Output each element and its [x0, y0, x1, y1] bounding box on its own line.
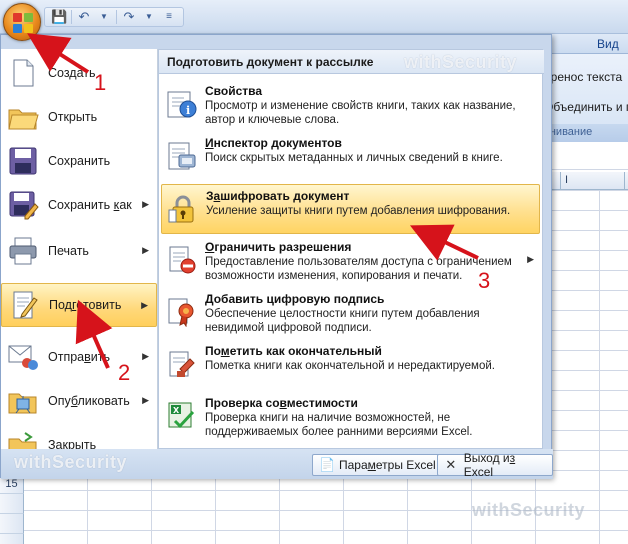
- menu-item-label: Сохранить как: [48, 198, 132, 212]
- alignment-group-label: внивание: [540, 124, 628, 142]
- redo-dropdown-icon[interactable]: ▼: [141, 9, 157, 25]
- submenu-item-encrypt[interactable]: Зашифровать документ Усиление защиты кни…: [161, 184, 540, 234]
- undo-icon[interactable]: ↶: [76, 9, 92, 25]
- inspect-document-icon: [167, 141, 197, 171]
- menu-item-new[interactable]: Создать: [1, 51, 157, 95]
- menu-item-label: Опубликовать: [48, 394, 130, 408]
- digital-signature-icon: [167, 297, 197, 328]
- submenu-item-title: Добавить цифровую подпись: [205, 292, 385, 306]
- submenu-arrow-icon: ▶: [142, 395, 149, 405]
- prepare-submenu: Подготовить документ к рассылке i Свойст…: [158, 49, 544, 449]
- menu-item-label: Отправить: [48, 350, 110, 364]
- submenu-item-title: Инспектор документов: [205, 136, 342, 150]
- merge-center-command[interactable]: Объединить и п: [544, 100, 628, 114]
- submenu-item-description: Просмотр и изменение свойств книги, таки…: [205, 100, 516, 126]
- menu-item-print[interactable]: Печать ▶: [1, 229, 157, 273]
- submenu-item-properties[interactable]: i Свойства Просмотр и изменение свойств …: [161, 80, 540, 130]
- formula-bar[interactable]: [540, 142, 628, 170]
- submenu-arrow-icon: ▶: [527, 254, 534, 264]
- row-header[interactable]: [0, 494, 24, 514]
- qat-separator: [116, 10, 117, 24]
- submenu-arrow-icon: ▶: [142, 245, 149, 255]
- row-header[interactable]: [0, 534, 24, 544]
- customize-qat-icon[interactable]: ≡: [161, 9, 177, 25]
- menu-item-label: Печать: [48, 244, 89, 258]
- office-logo-icon: [13, 13, 33, 33]
- watermark: withSecurity: [472, 500, 586, 520]
- submenu-arrow-icon: ▶: [141, 300, 148, 310]
- submenu-item-title: Свойства: [205, 84, 263, 98]
- menu-item-label: Подготовить: [49, 298, 122, 312]
- save-disk-icon: [7, 145, 39, 177]
- submenu-item-compatibility[interactable]: X Проверка совместимости Проверка книги …: [161, 392, 540, 442]
- compatibility-check-icon: X: [167, 401, 197, 431]
- qat-separator: [71, 10, 72, 24]
- publish-icon: [7, 385, 39, 417]
- title-bar: 💾 ↶ ▼ ↷ ▼ ≡: [0, 0, 628, 34]
- column-letter: I: [565, 174, 569, 186]
- wrap-text-command[interactable]: еренос текста: [544, 70, 622, 84]
- column-divider: [624, 172, 625, 190]
- submenu-item-description: Проверка книги на наличие возможностей, …: [205, 412, 473, 438]
- submenu-item-description: Пометка книги как окончательной и нереда…: [205, 360, 495, 372]
- exit-excel-label: Выход из Excel: [463, 451, 516, 479]
- tab-view[interactable]: Вид: [597, 37, 619, 51]
- column-divider: [560, 172, 561, 190]
- undo-dropdown-icon[interactable]: ▼: [96, 9, 112, 25]
- options-icon: 📄: [319, 457, 336, 472]
- submenu-item-title: Пометить как окончательный: [205, 344, 382, 358]
- submenu-item-title: Проверка совместимости: [205, 396, 358, 410]
- submenu-item-description: Поиск скрытых метаданных и личных сведен…: [205, 152, 503, 164]
- properties-icon: i: [167, 89, 197, 119]
- save-icon[interactable]: 💾: [51, 9, 67, 25]
- send-icon: [7, 341, 39, 373]
- new-document-icon: [7, 57, 39, 89]
- submenu-item-description: Предоставление пользователям доступа с о…: [205, 256, 512, 282]
- annotation-step-2: 2: [118, 360, 131, 385]
- annotation-step-1: 1: [94, 70, 107, 95]
- submenu-arrow-icon: ▶: [142, 199, 149, 209]
- column-header[interactable]: I: [540, 172, 628, 190]
- menu-item-publish[interactable]: Опубликовать ▶: [1, 379, 157, 423]
- menu-item-save-as[interactable]: Сохранить как ▶: [1, 183, 157, 227]
- prepare-document-icon: [8, 289, 40, 321]
- redo-icon[interactable]: ↷: [121, 9, 137, 25]
- printer-icon: [7, 235, 39, 267]
- watermark: withSecurity: [404, 52, 518, 72]
- submenu-item-title: Ограничить разрешения: [205, 240, 352, 254]
- menu-item-send[interactable]: Отправить ▶: [1, 335, 157, 379]
- submenu-arrow-icon: ▶: [142, 351, 149, 361]
- row-header[interactable]: [0, 514, 24, 534]
- office-menu-commands: Создать Открыть Сохранить Сохранить как …: [1, 49, 158, 458]
- excel-options-button[interactable]: 📄 Параметры Excel: [312, 454, 443, 476]
- submenu-item-description: Обеспечение целостности книги путем доба…: [205, 308, 480, 334]
- menu-item-open[interactable]: Открыть: [1, 95, 157, 139]
- submenu-item-title: Зашифровать документ: [206, 189, 350, 203]
- close-icon: ✕: [445, 457, 457, 472]
- padlock-icon: [168, 194, 198, 224]
- menu-item-prepare[interactable]: Подготовить ▶: [1, 283, 157, 327]
- annotation-step-3: 3: [478, 268, 491, 293]
- svg-text:i: i: [186, 104, 190, 117]
- mark-final-icon: [167, 349, 197, 379]
- menu-item-label: Сохранить: [48, 154, 111, 168]
- office-button[interactable]: [3, 3, 41, 41]
- excel-options-label: Параметры Excel: [339, 458, 436, 472]
- save-as-icon: [7, 189, 39, 221]
- submenu-item-inspect[interactable]: Инспектор документов Поиск скрытых метад…: [161, 132, 540, 182]
- office-menu: Создать Открыть Сохранить Сохранить как …: [0, 34, 553, 479]
- menu-item-label: Создать: [48, 66, 96, 80]
- restrict-permission-icon: [167, 245, 197, 275]
- exit-excel-button[interactable]: ✕ Выход из Excel: [437, 451, 553, 479]
- watermark: withSecurity: [14, 452, 128, 472]
- quick-access-toolbar: 💾 ↶ ▼ ↷ ▼ ≡: [44, 7, 184, 27]
- open-folder-icon: [7, 101, 39, 133]
- submenu-item-mark-final[interactable]: Пометить как окончательный Пометка книги…: [161, 340, 540, 390]
- menu-item-label: Открыть: [48, 110, 98, 124]
- ribbon-tab-strip: Вид: [540, 34, 628, 54]
- submenu-item-signature[interactable]: Добавить цифровую подпись Обеспечение це…: [161, 288, 540, 338]
- submenu-item-description: Усиление защиты книги путем добавления ш…: [206, 205, 511, 217]
- menu-item-save[interactable]: Сохранить: [1, 139, 157, 183]
- svg-text:X: X: [173, 406, 180, 415]
